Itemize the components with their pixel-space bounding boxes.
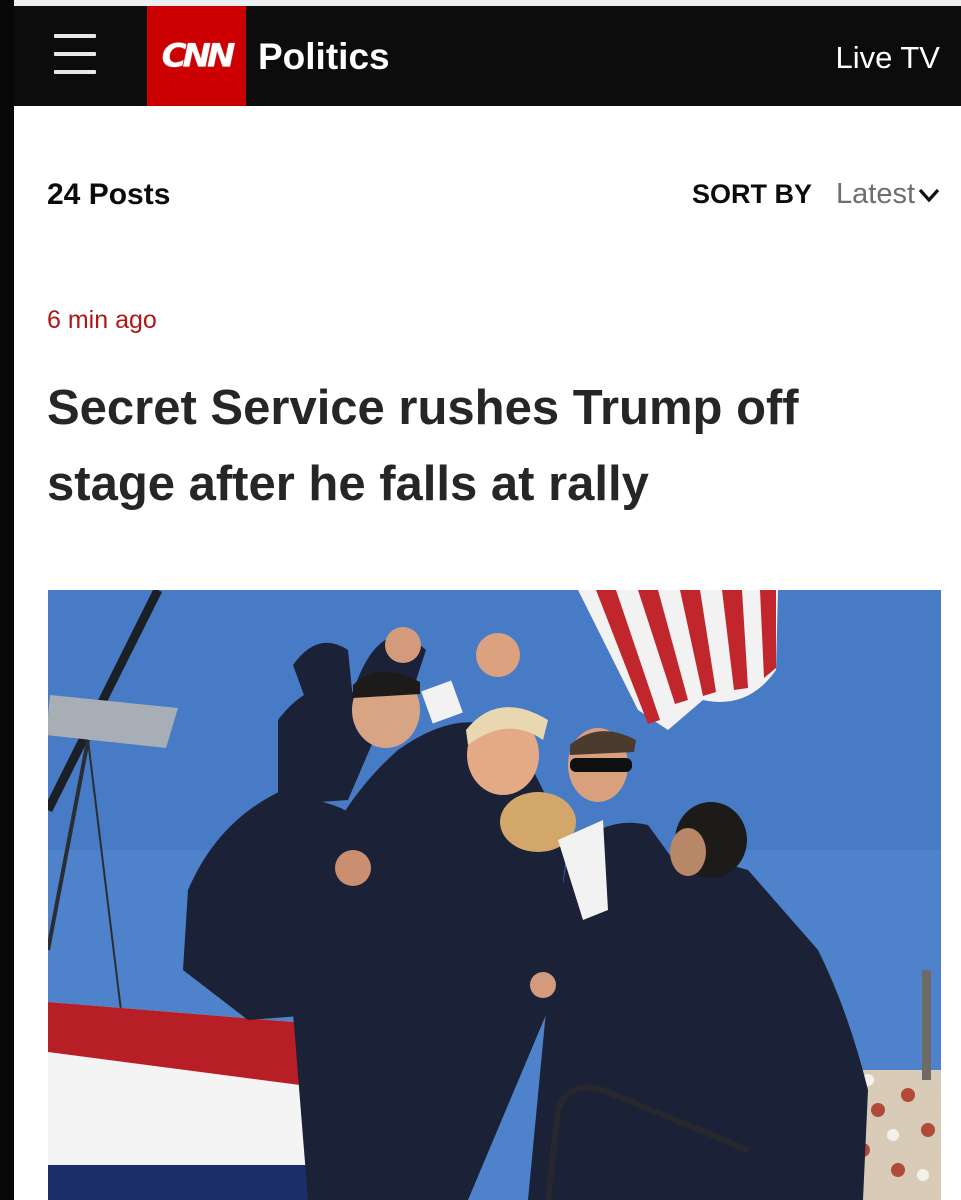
live-tv-link[interactable]: Live TV: [835, 40, 940, 76]
post-timestamp: 6 min ago: [47, 306, 157, 334]
left-edge: [0, 0, 14, 1200]
sort-value[interactable]: Latest: [836, 178, 915, 211]
sort-label: SORT BY: [691, 179, 812, 209]
rally-photo: [48, 590, 941, 1200]
chevron-down-icon[interactable]: [918, 187, 940, 203]
sort-control[interactable]: SORT BY Latest: [692, 178, 940, 211]
hamburger-menu-icon[interactable]: [54, 28, 98, 78]
site-header: CNN Politics Live TV: [14, 6, 961, 106]
post-photo[interactable]: [48, 590, 941, 1200]
main-content: 24 Posts SORT BY Latest 6 min ago Secret…: [14, 106, 961, 1200]
post-headline[interactable]: Secret Service rushes Trump off stage af…: [47, 370, 927, 522]
cnn-logo[interactable]: CNN: [147, 6, 246, 106]
logo-text: CNN: [161, 37, 236, 75]
section-title[interactable]: Politics: [258, 36, 390, 78]
posts-count: 24 Posts: [47, 178, 171, 211]
